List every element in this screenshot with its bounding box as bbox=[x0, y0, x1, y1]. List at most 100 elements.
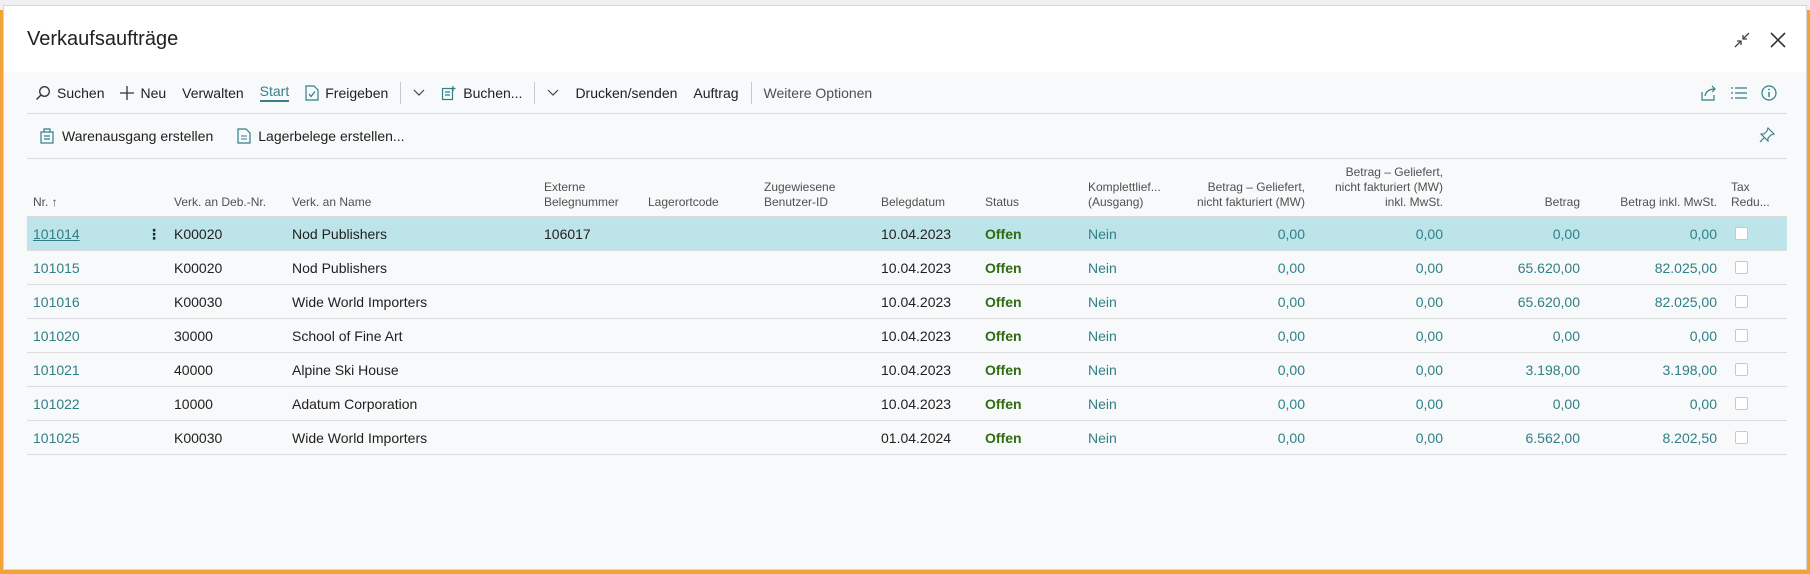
tax-reduction-checkbox[interactable] bbox=[1735, 431, 1748, 444]
col-header-customer-no[interactable]: Verk. an Deb.-Nr. bbox=[174, 195, 266, 210]
order-number-link[interactable]: 101016 bbox=[33, 285, 80, 319]
tax-reduction-checkbox[interactable] bbox=[1735, 329, 1748, 342]
list-icon bbox=[1731, 87, 1747, 99]
table-row[interactable]: 101022⋮10000Adatum Corporation10.04.2023… bbox=[27, 387, 1787, 421]
create-shipment-button[interactable]: Warenausgang erstellen bbox=[27, 128, 225, 144]
info-button[interactable] bbox=[1761, 85, 1777, 101]
customer-name-cell: Alpine Ski House bbox=[292, 362, 399, 378]
complete-shipment-cell: Nein bbox=[1088, 362, 1117, 378]
order-menu[interactable]: Auftrag bbox=[685, 72, 746, 114]
table-row[interactable]: 101014 ⋮ K00020 Nod Publishers 106017 10.04.2… bbox=[27, 217, 1787, 251]
tax-reduction-checkbox[interactable] bbox=[1735, 397, 1748, 410]
customer-no-cell: 10000 bbox=[174, 396, 213, 412]
table-row[interactable]: 101016⋮K00030Wide World Importers10.04.2… bbox=[27, 285, 1787, 319]
amount-cell: 6.562,00 bbox=[1525, 430, 1581, 446]
col-header-shipped-not-invoiced-vat[interactable]: Betrag – Geliefert, nicht fakturiert (MW… bbox=[1335, 165, 1443, 210]
col-header-nr[interactable]: Nr. ↑ bbox=[33, 195, 58, 210]
customer-name-cell: Adatum Corporation bbox=[292, 396, 418, 412]
col-header-amount[interactable]: Betrag bbox=[1545, 195, 1580, 210]
col-header-external-doc[interactable]: Externe Belegnummer bbox=[544, 180, 619, 210]
share-button[interactable] bbox=[1701, 85, 1717, 101]
release-button[interactable]: Freigeben bbox=[297, 72, 396, 114]
doc-date-cell: 01.04.2024 bbox=[881, 430, 952, 446]
order-number-link[interactable]: 101015 bbox=[33, 251, 80, 285]
info-icon bbox=[1761, 85, 1777, 101]
start-tab[interactable]: Start bbox=[252, 72, 298, 114]
col-header-amount-incl-vat[interactable]: Betrag inkl. MwSt. bbox=[1620, 195, 1717, 210]
complete-shipment-cell: Nein bbox=[1088, 430, 1117, 446]
close-button[interactable] bbox=[1764, 26, 1792, 54]
manage-menu[interactable]: Verwalten bbox=[174, 72, 251, 114]
amount-cell: 65.620,00 bbox=[1517, 260, 1580, 276]
table-row[interactable]: 101021⋮40000Alpine Ski House10.04.2023Of… bbox=[27, 353, 1787, 387]
search-button[interactable]: Suchen bbox=[27, 72, 112, 114]
new-button[interactable]: Neu bbox=[112, 72, 174, 114]
tax-reduction-checkbox[interactable] bbox=[1735, 295, 1748, 308]
release-dropdown[interactable] bbox=[405, 72, 433, 114]
doc-date-cell: 10.04.2023 bbox=[881, 362, 952, 378]
complete-shipment-cell: Nein bbox=[1088, 396, 1117, 412]
order-number-link[interactable]: 101014 bbox=[33, 217, 80, 251]
order-number-link[interactable]: 101021 bbox=[33, 353, 80, 387]
col-header-complete-shipment[interactable]: Komplettlief... (Ausgang) bbox=[1088, 180, 1161, 210]
collapse-icon bbox=[1734, 32, 1750, 48]
status-cell: Offen bbox=[985, 226, 1022, 242]
toolbar-divider bbox=[400, 81, 402, 104]
col-header-assigned-user[interactable]: Zugewiesene Benutzer-ID bbox=[764, 180, 835, 210]
col-header-location[interactable]: Lagerortcode bbox=[648, 195, 719, 210]
shipped-not-invoiced-cell: 0,00 bbox=[1277, 396, 1305, 412]
shipped-not-invoiced-vat-cell: 0,00 bbox=[1415, 396, 1443, 412]
post-dropdown[interactable] bbox=[539, 72, 567, 114]
customer-no-cell: 30000 bbox=[174, 328, 213, 344]
status-cell: Offen bbox=[985, 430, 1022, 446]
search-icon bbox=[36, 85, 50, 100]
doc-date-cell: 10.04.2023 bbox=[881, 396, 952, 412]
customer-name-cell: School of Fine Art bbox=[292, 328, 403, 344]
collapse-button[interactable] bbox=[1728, 26, 1756, 54]
shipped-not-invoiced-cell: 0,00 bbox=[1277, 260, 1305, 276]
order-number-link[interactable]: 101020 bbox=[33, 319, 80, 353]
create-warehouse-docs-button[interactable]: Lagerbelege erstellen... bbox=[225, 128, 416, 144]
status-cell: Offen bbox=[985, 294, 1022, 310]
shipped-not-invoiced-cell: 0,00 bbox=[1277, 226, 1305, 242]
col-header-status[interactable]: Status bbox=[985, 195, 1019, 210]
document-icon bbox=[237, 128, 251, 144]
tax-reduction-checkbox[interactable] bbox=[1735, 261, 1748, 274]
list-view-button[interactable] bbox=[1731, 86, 1747, 100]
doc-date-cell: 10.04.2023 bbox=[881, 294, 952, 310]
tax-reduction-checkbox[interactable] bbox=[1735, 363, 1748, 376]
pin-button[interactable] bbox=[1759, 127, 1775, 143]
shipped-not-invoiced-vat-cell: 0,00 bbox=[1415, 328, 1443, 344]
amount-cell: 0,00 bbox=[1552, 328, 1580, 344]
col-header-customer-name[interactable]: Verk. an Name bbox=[292, 195, 371, 210]
table-row[interactable]: 101015⋮K00020Nod Publishers10.04.2023Off… bbox=[27, 251, 1787, 285]
order-number-link[interactable]: 101022 bbox=[33, 387, 80, 421]
toolbar-divider bbox=[750, 81, 752, 104]
chevron-down-icon bbox=[548, 89, 559, 96]
more-options-menu[interactable]: Weitere Optionen bbox=[756, 72, 881, 114]
amount-incl-vat-cell: 82.025,00 bbox=[1654, 294, 1717, 310]
customer-no-cell: 40000 bbox=[174, 362, 213, 378]
tax-reduction-checkbox[interactable] bbox=[1735, 227, 1748, 240]
complete-shipment-cell: Nein bbox=[1088, 328, 1117, 344]
grid-header: Nr. ↑ Verk. an Deb.-Nr. Verk. an Name Ex… bbox=[27, 161, 1787, 217]
complete-shipment-cell: Nein bbox=[1088, 294, 1117, 310]
col-header-shipped-not-invoiced[interactable]: Betrag – Geliefert, nicht fakturiert (MW… bbox=[1197, 180, 1305, 210]
amount-cell: 65.620,00 bbox=[1517, 294, 1580, 310]
warehouse-shipment-icon bbox=[40, 128, 54, 144]
post-button[interactable]: Buchen... bbox=[433, 72, 530, 114]
table-row[interactable]: 101025⋮K00030Wide World Importers01.04.2… bbox=[27, 421, 1787, 455]
pin-icon bbox=[1759, 127, 1775, 143]
row-actions-menu[interactable]: ⋮ bbox=[147, 217, 161, 251]
col-header-doc-date[interactable]: Belegdatum bbox=[881, 195, 945, 210]
release-document-icon bbox=[305, 84, 319, 101]
status-cell: Offen bbox=[985, 396, 1022, 412]
col-header-tax-reduction[interactable]: Tax Redu... bbox=[1731, 180, 1770, 210]
print-send-menu[interactable]: Drucken/senden bbox=[567, 72, 685, 114]
customer-no-cell: K00020 bbox=[174, 260, 223, 276]
amount-incl-vat-cell: 0,00 bbox=[1689, 396, 1717, 412]
toolbar-divider bbox=[534, 81, 536, 104]
doc-date-cell: 10.04.2023 bbox=[881, 226, 952, 242]
order-number-link[interactable]: 101025 bbox=[33, 421, 80, 455]
table-row[interactable]: 101020⋮30000School of Fine Art10.04.2023… bbox=[27, 319, 1787, 353]
